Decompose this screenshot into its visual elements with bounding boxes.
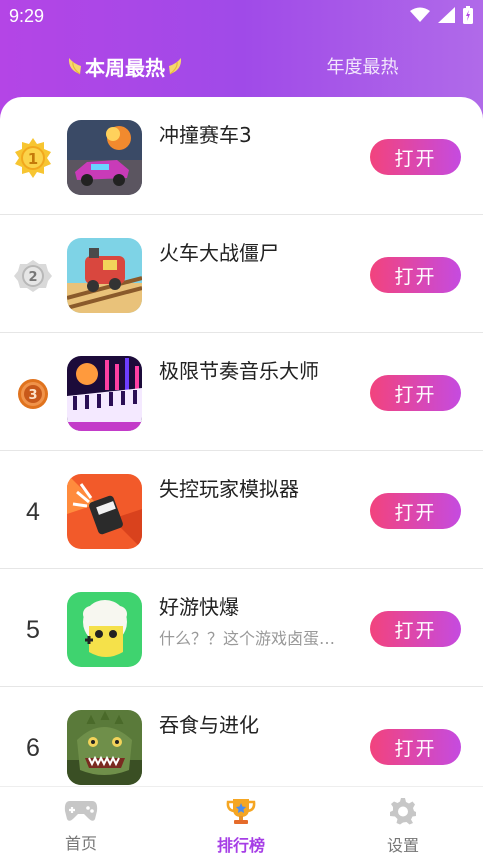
wifi-icon: [410, 7, 430, 22]
status-bar: 9:29: [0, 0, 483, 34]
app-icon-haoyou[interactable]: [67, 592, 142, 667]
rank-badge: 4: [10, 489, 56, 535]
open-button[interactable]: 打开: [370, 375, 461, 411]
rank-number: 4: [26, 497, 40, 526]
app-icon-racing[interactable]: [67, 120, 142, 195]
status-icons: [410, 6, 473, 24]
app-name: 火车大战僵尸: [159, 241, 279, 265]
rank-badge: 5: [10, 607, 56, 653]
tab-weekly-label: 本周最热: [85, 55, 165, 80]
rank-number-3: 3: [28, 388, 37, 403]
nav-home[interactable]: 首页: [31, 797, 131, 854]
list-item[interactable]: 1 冲撞赛车3 打开: [0, 97, 483, 215]
tab-yearly-label: 年度最热: [326, 57, 399, 78]
rank-number: 6: [26, 733, 40, 762]
app-name: 冲撞赛车3: [159, 123, 252, 147]
nav-settings[interactable]: 设置: [353, 797, 453, 856]
nav-ranking-label: 排行榜: [216, 836, 265, 855]
gold-medal-icon: 1: [10, 135, 56, 181]
gamepad-icon: [64, 801, 98, 821]
open-button[interactable]: 打开: [370, 139, 461, 175]
gear-icon: [390, 798, 416, 825]
signal-icon: [438, 7, 455, 23]
rank-badge: 6: [10, 725, 56, 771]
right-wing-icon: [169, 58, 182, 75]
bronze-medal-icon: 3: [10, 371, 56, 417]
rank-number-1: 1: [28, 150, 38, 168]
tab-weekly[interactable]: 本周最热: [40, 44, 210, 88]
open-button[interactable]: 打开: [370, 611, 461, 647]
nav-settings-label: 设置: [386, 836, 419, 855]
list-item[interactable]: 4 失控玩家模拟器 打开: [0, 451, 483, 569]
app-name: 吞食与进化: [159, 713, 259, 737]
list-item[interactable]: 3 极限节奏音乐大师 打开: [0, 333, 483, 451]
app-name: 极限节奏音乐大师: [159, 359, 319, 383]
status-time: 9:29: [9, 6, 45, 26]
nav-ranking[interactable]: 排行榜: [191, 797, 291, 856]
rank-number-2: 2: [28, 270, 37, 285]
app-icon-simulator[interactable]: [67, 474, 142, 549]
trophy-icon: [226, 799, 256, 824]
app-icon-music[interactable]: [67, 356, 142, 431]
app-name: 好游快爆: [159, 595, 239, 619]
bottom-navigation: 首页 排行榜 设置: [0, 786, 483, 860]
left-wing-icon: [68, 58, 81, 75]
open-button[interactable]: 打开: [370, 493, 461, 529]
battery-icon: [463, 6, 473, 24]
app-icon-evolution[interactable]: [67, 710, 142, 785]
list-item[interactable]: 5 好游快爆 什么？？这个游戏卤蛋… 打开: [0, 569, 483, 687]
app-description: 什么？？这个游戏卤蛋…: [159, 629, 336, 648]
ranking-tabs: 本周最热 年度最热: [0, 44, 483, 88]
silver-medal-icon: 2: [10, 253, 56, 299]
list-item[interactable]: 6 吞食与进化 打开: [0, 687, 483, 787]
tab-yearly[interactable]: 年度最热: [290, 44, 435, 88]
ranking-list: 1 冲撞赛车3 打开 2 火车大战僵尸 打开 3 极限节奏音乐大师 打开 4 失…: [0, 97, 483, 787]
app-name: 失控玩家模拟器: [159, 477, 299, 501]
open-button[interactable]: 打开: [370, 257, 461, 293]
app-icon-train[interactable]: [67, 238, 142, 313]
open-button[interactable]: 打开: [370, 729, 461, 765]
list-item[interactable]: 2 火车大战僵尸 打开: [0, 215, 483, 333]
nav-home-label: 首页: [64, 834, 97, 853]
rank-number: 5: [26, 615, 40, 644]
